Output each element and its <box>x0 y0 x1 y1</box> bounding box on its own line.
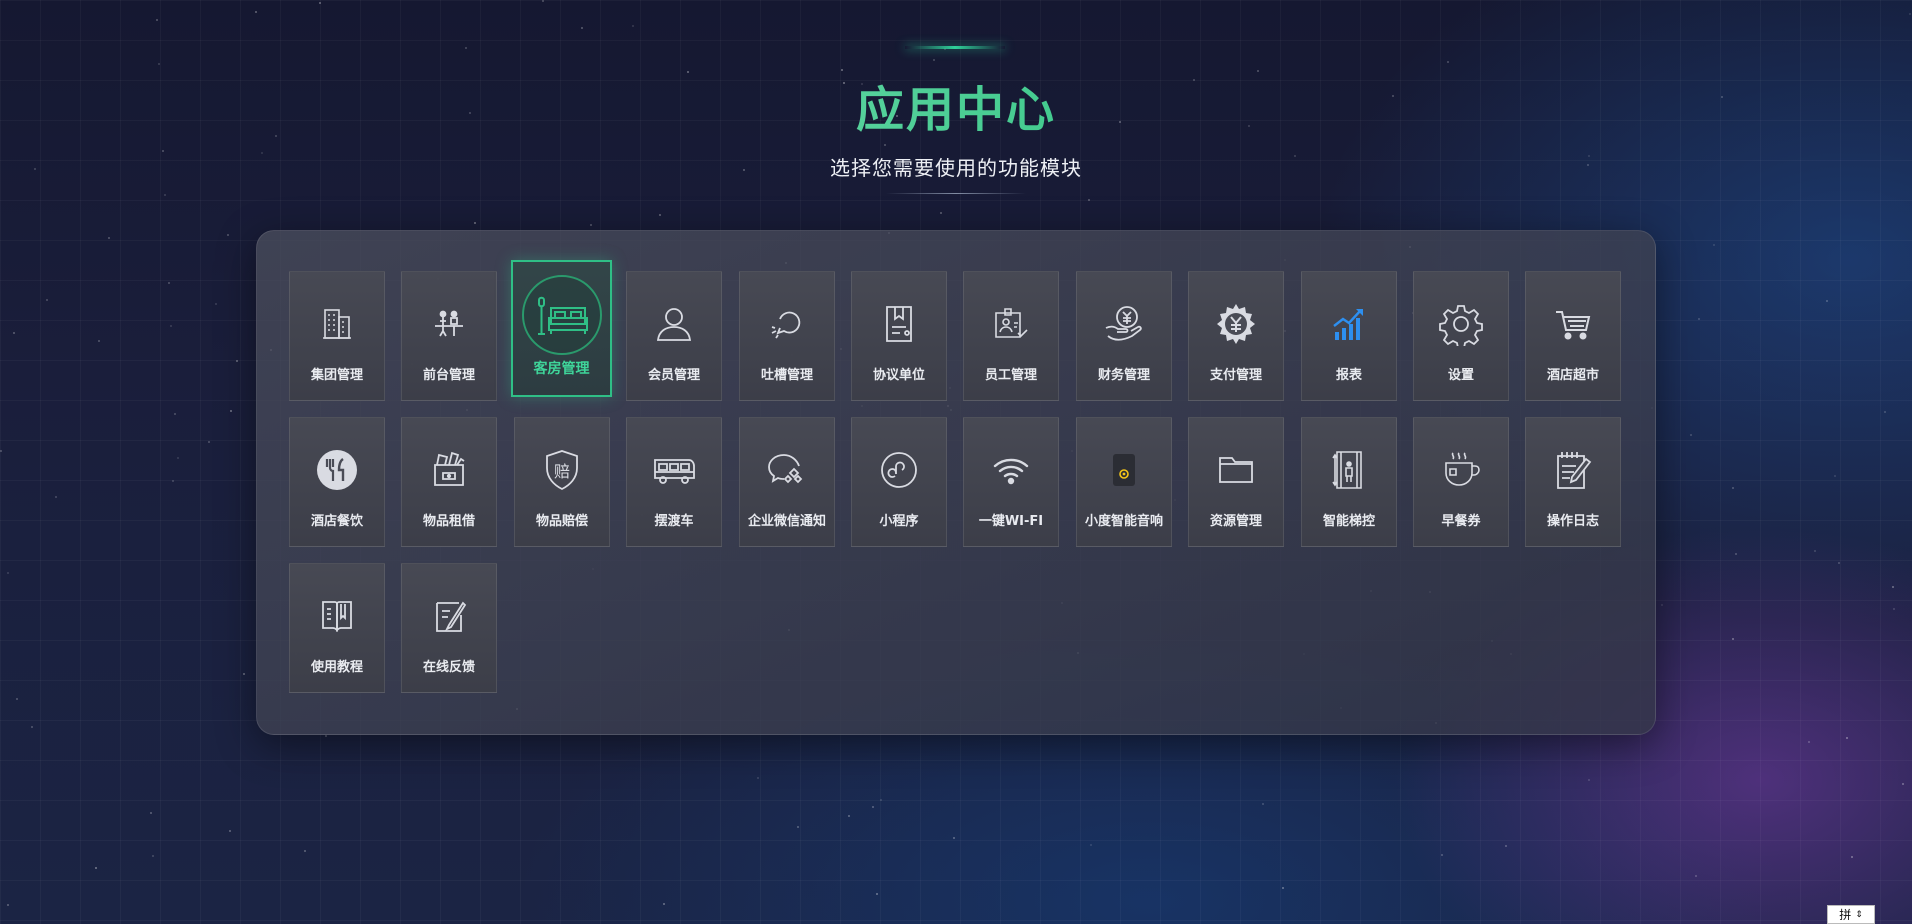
building-icon <box>290 302 384 346</box>
smart-speaker-icon <box>1077 448 1171 492</box>
wechat-icon <box>740 448 834 492</box>
module-label: 吐槽管理 <box>760 368 813 383</box>
module-tile[interactable]: 酒店超市 <box>1525 271 1621 401</box>
module-label: 支付管理 <box>1209 368 1262 383</box>
module-label: 资源管理 <box>1209 514 1262 529</box>
module-tile[interactable]: 员工管理 <box>963 271 1059 401</box>
mini-program-icon <box>852 448 946 492</box>
module-tile[interactable]: 使用教程 <box>289 563 385 693</box>
shopping-cart-icon <box>1526 302 1620 346</box>
module-tile[interactable]: 摆渡车 <box>626 417 722 547</box>
report-chart-icon <box>1302 302 1396 346</box>
comment-icon <box>740 302 834 346</box>
module-tile[interactable]: 设置 <box>1413 271 1509 401</box>
module-label: 物品赔偿 <box>535 514 588 529</box>
finance-icon <box>1077 302 1171 346</box>
title-glow-line <box>905 46 1005 49</box>
page-subtitle: 选择您需要使用的功能模块 <box>830 156 1082 180</box>
module-tile[interactable]: 吐槽管理 <box>739 271 835 401</box>
ime-label: 拼 <box>1839 908 1852 922</box>
settings-gear-icon <box>1414 302 1508 346</box>
module-tile[interactable]: 智能梯控 <box>1301 417 1397 547</box>
module-tile[interactable]: 前台管理 <box>401 271 497 401</box>
agreement-icon <box>852 302 946 346</box>
module-label: 报表 <box>1335 368 1362 383</box>
module-label: 企业微信通知 <box>747 514 826 529</box>
payment-gear-icon <box>1189 302 1283 346</box>
dining-icon <box>290 448 384 492</box>
module-tile[interactable]: 客房管理 <box>511 260 612 397</box>
module-label: 会员管理 <box>647 368 700 383</box>
module-tile[interactable]: 财务管理 <box>1076 271 1172 401</box>
wifi-icon <box>964 448 1058 492</box>
module-tile[interactable]: 资源管理 <box>1188 417 1284 547</box>
module-label: 在线反馈 <box>422 660 475 675</box>
module-tile[interactable]: 企业微信通知 <box>739 417 835 547</box>
folder-icon <box>1189 448 1283 492</box>
module-label: 物品租借 <box>422 514 475 529</box>
module-tile[interactable]: 报表 <box>1301 271 1397 401</box>
feedback-edit-icon <box>402 594 496 638</box>
module-tile[interactable]: 物品租借 <box>401 417 497 547</box>
module-tile[interactable]: 支付管理 <box>1188 271 1284 401</box>
module-label: 一键WI-FI <box>978 514 1044 529</box>
module-label: 酒店超市 <box>1546 368 1599 383</box>
user-icon <box>627 302 721 346</box>
elevator-icon <box>1302 448 1396 492</box>
module-label: 设置 <box>1447 368 1474 383</box>
module-label: 集团管理 <box>310 368 363 383</box>
module-tile[interactable]: 操作日志 <box>1525 417 1621 547</box>
shuttle-bus-icon <box>627 448 721 492</box>
module-tile[interactable]: 会员管理 <box>626 271 722 401</box>
log-notepad-icon <box>1526 448 1620 492</box>
rental-box-icon <box>402 448 496 492</box>
module-tile[interactable]: 酒店餐饮 <box>289 417 385 547</box>
staff-icon <box>964 302 1058 346</box>
module-label: 财务管理 <box>1097 368 1150 383</box>
module-label: 客房管理 <box>533 361 590 377</box>
front-desk-icon <box>402 302 496 346</box>
module-label: 前台管理 <box>422 368 475 383</box>
module-label: 协议单位 <box>872 368 925 383</box>
module-tile[interactable]: 在线反馈 <box>401 563 497 693</box>
module-tile[interactable]: 赔物品赔偿 <box>514 417 610 547</box>
ime-arrows-icon: ⇕ <box>1855 909 1863 920</box>
module-label: 智能梯控 <box>1322 514 1375 529</box>
module-panel: 集团管理 前台管理 客房管理 会员管理 吐槽管理 协议单位 员工管理 财务管理 支付管理 报表 设置… <box>256 230 1656 735</box>
book-icon <box>290 594 384 638</box>
module-label: 早餐券 <box>1441 514 1481 529</box>
module-label: 小程序 <box>879 514 919 529</box>
module-tile[interactable]: 早餐券 <box>1413 417 1509 547</box>
module-label: 小度智能音响 <box>1084 514 1163 529</box>
module-tile[interactable]: 协议单位 <box>851 271 947 401</box>
subtitle-divider <box>886 193 1026 194</box>
module-tile[interactable]: 集团管理 <box>289 271 385 401</box>
module-tile[interactable]: 一键WI-FI <box>963 417 1059 547</box>
bed-icon <box>513 274 610 356</box>
module-label: 使用教程 <box>310 660 363 675</box>
page-title: 应用中心 <box>0 70 1912 140</box>
ime-indicator[interactable]: 拼 ⇕ <box>1827 905 1875 924</box>
coffee-cup-icon <box>1414 448 1508 492</box>
module-tile[interactable]: 小度智能音响 <box>1076 417 1172 547</box>
module-tile[interactable]: 小程序 <box>851 417 947 547</box>
compensation-shield-icon: 赔 <box>515 448 609 492</box>
svg-text:赔: 赔 <box>554 462 570 481</box>
module-label: 操作日志 <box>1546 514 1599 529</box>
module-label: 员工管理 <box>984 368 1037 383</box>
module-label: 酒店餐饮 <box>310 514 363 529</box>
module-label: 摆渡车 <box>654 514 694 529</box>
